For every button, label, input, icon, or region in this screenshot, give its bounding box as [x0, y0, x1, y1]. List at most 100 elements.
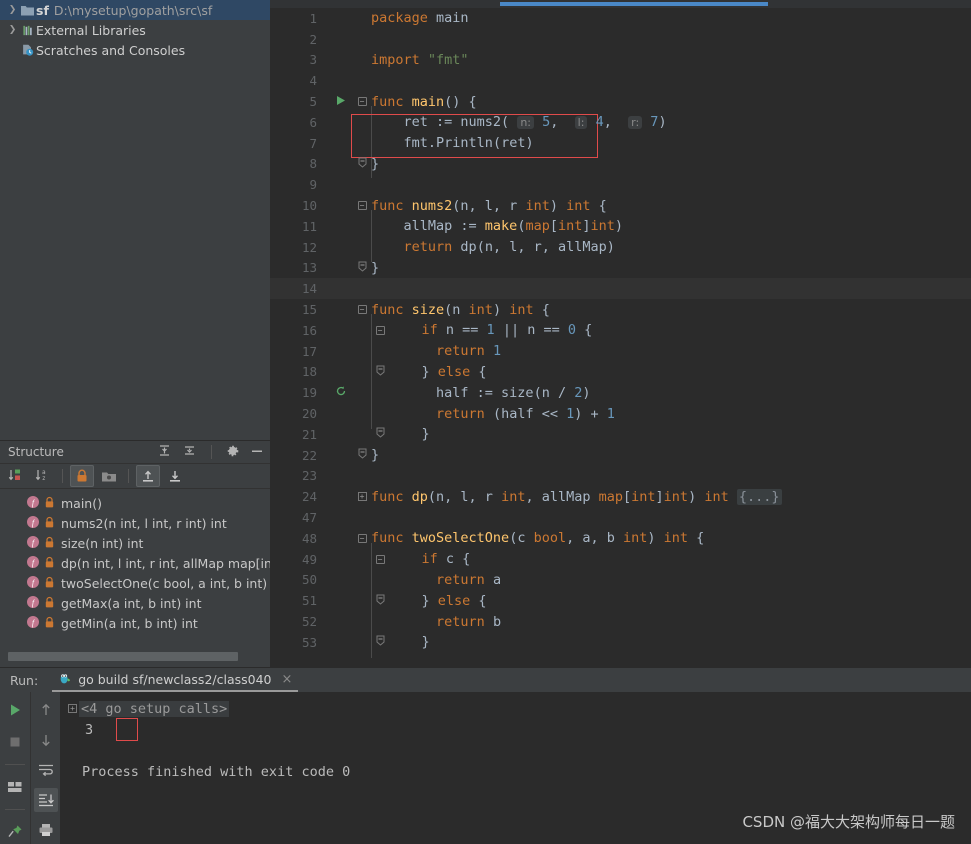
chevron-right-icon[interactable]: ❯ [6, 25, 19, 35]
stop-icon[interactable] [3, 730, 27, 754]
soft-wrap-icon[interactable] [34, 758, 58, 782]
code-line[interactable]: 52 return b [270, 611, 971, 632]
run-icon[interactable] [3, 698, 27, 722]
structure-item[interactable]: f nums2(n int, l int, r int) int [0, 513, 270, 533]
code-line[interactable]: 6 ret := nums2( n: 5, l: 4, r: 7) [270, 112, 971, 133]
code-line[interactable]: 3 import "fmt" [270, 50, 971, 71]
fold-collapse-icon[interactable]: − [375, 325, 385, 335]
group-by-file-icon[interactable] [97, 465, 121, 487]
gutter-icon-area[interactable] [325, 94, 357, 110]
close-icon[interactable]: × [282, 672, 293, 687]
code-line[interactable]: 15 − func size(n int) int { [270, 299, 971, 320]
scroll-to-source-icon[interactable] [163, 465, 187, 487]
code-line[interactable]: 8} [270, 154, 971, 175]
code-line[interactable]: 53 } [270, 632, 971, 653]
pin-icon[interactable] [3, 820, 27, 844]
structure-item[interactable]: f twoSelectOne(c bool, a int, b int) int [0, 573, 270, 593]
structure-item[interactable]: f getMax(a int, b int) int [0, 593, 270, 613]
fold-column[interactable]: + [357, 492, 367, 502]
print-icon[interactable] [34, 818, 58, 842]
fold-column[interactable]: − [357, 97, 367, 107]
code-line[interactable]: 19 half := size(n / 2) [270, 382, 971, 403]
code-line[interactable]: 9 [270, 174, 971, 195]
code-line[interactable]: 21 } [270, 424, 971, 445]
project-tree-item[interactable]: ❯Scratches and Consoles [0, 40, 270, 60]
fold-column[interactable] [375, 364, 385, 380]
code-line[interactable]: 18 } else { [270, 362, 971, 383]
structure-horizontal-scrollbar[interactable] [8, 652, 238, 661]
fold-collapse-icon[interactable]: − [357, 305, 367, 315]
code-line[interactable]: 49 − if c { [270, 549, 971, 570]
fold-end-icon[interactable] [376, 426, 385, 442]
code-line[interactable]: 51 } else { [270, 590, 971, 611]
fold-end-icon[interactable] [376, 634, 385, 650]
fold-column[interactable]: − [357, 201, 367, 211]
structure-list[interactable]: f main() f nums2(n int, l int, r int) int f s… [0, 489, 270, 667]
fold-column[interactable] [357, 156, 367, 172]
editor-horizontal-scrollbar[interactable] [500, 2, 768, 6]
structure-item[interactable]: f main() [0, 493, 270, 513]
code-line[interactable]: 14 [270, 278, 971, 300]
code-line[interactable]: 7 fmt.Println(ret) [270, 133, 971, 154]
fold-column[interactable] [357, 447, 367, 463]
code-content[interactable]: 1 package main 2 3 import "fmt" 4 5− func main(… [270, 8, 971, 658]
structure-item[interactable]: f size(n int) int [0, 533, 270, 553]
show-non-public-icon[interactable] [70, 465, 94, 487]
fold-column[interactable]: − [375, 554, 385, 564]
fold-column[interactable] [375, 593, 385, 609]
code-line[interactable]: 22} [270, 445, 971, 466]
fold-column[interactable]: − [375, 325, 385, 335]
fold-collapse-icon[interactable]: − [357, 533, 367, 543]
fold-end-icon[interactable] [376, 364, 385, 380]
expand-all-icon[interactable] [157, 443, 172, 461]
run-tab[interactable]: go build sf/newclass2/class040 × [52, 668, 299, 692]
run-gutter-icon[interactable] [336, 94, 346, 110]
fold-column[interactable] [375, 634, 385, 650]
fold-column[interactable]: − [357, 305, 367, 315]
code-line[interactable]: 17 return 1 [270, 341, 971, 362]
fold-collapse-icon[interactable]: − [357, 201, 367, 211]
project-tree-item[interactable]: ❯ sf D:\mysetup\gopath\src\sf [0, 0, 270, 20]
project-tree-panel[interactable]: ❯ sf D:\mysetup\gopath\src\sf ❯ External Lib… [0, 0, 270, 440]
code-line[interactable]: 48 − func twoSelectOne(c bool, a, b int) i… [270, 528, 971, 549]
code-editor[interactable]: 1 package main 2 3 import "fmt" 4 5− func main(… [270, 0, 971, 667]
fold-column[interactable] [375, 426, 385, 442]
code-line[interactable]: 50 return a [270, 570, 971, 591]
chevron-right-icon[interactable]: ❯ [6, 5, 19, 15]
minimize-icon[interactable] [250, 444, 264, 461]
code-line[interactable]: 16 − if n == 1 || n == 0 { [270, 320, 971, 341]
console-fold-icon[interactable]: + [68, 704, 77, 713]
code-line[interactable]: 20 return (half << 1) + 1 [270, 403, 971, 424]
code-line[interactable]: 4 [270, 70, 971, 91]
code-line[interactable]: 13} [270, 258, 971, 279]
fold-column[interactable] [357, 260, 367, 276]
code-line[interactable]: 5 − func main() { [270, 91, 971, 112]
fold-expand-icon[interactable]: + [357, 492, 367, 502]
scroll-from-source-icon[interactable] [136, 465, 160, 487]
fold-end-icon[interactable] [376, 593, 385, 609]
fold-collapse-icon[interactable]: − [357, 97, 367, 107]
code-line[interactable]: 1 package main [270, 8, 971, 29]
code-line[interactable]: 23 [270, 466, 971, 487]
code-line[interactable]: 47 [270, 507, 971, 528]
structure-item[interactable]: f getMin(a int, b int) int [0, 613, 270, 633]
fold-collapse-icon[interactable]: − [375, 554, 385, 564]
fold-column[interactable]: − [357, 533, 367, 543]
fold-end-icon[interactable] [358, 156, 367, 172]
collapse-all-icon[interactable] [182, 443, 197, 461]
down-arrow-icon[interactable] [34, 728, 58, 752]
console-output[interactable]: + <4 go setup calls> 3 Process finished wit… [60, 692, 971, 844]
layout-icon[interactable] [3, 775, 27, 799]
sort-by-visibility-icon[interactable] [4, 465, 28, 487]
gutter-icon-area[interactable] [325, 385, 357, 401]
code-line[interactable]: 24 + func dp(n, l, r int, allMap map[int]i… [270, 486, 971, 507]
fold-end-icon[interactable] [358, 447, 367, 463]
up-arrow-icon[interactable] [34, 698, 58, 722]
sort-alphabetically-icon[interactable]: az [31, 465, 55, 487]
project-tree-item[interactable]: ❯ External Libraries [0, 20, 270, 40]
scroll-to-end-icon[interactable] [33, 788, 58, 812]
fold-end-icon[interactable] [358, 260, 367, 276]
code-line[interactable]: 12 return dp(n, l, r, allMap) [270, 237, 971, 258]
settings-gear-icon[interactable] [226, 444, 240, 461]
code-line[interactable]: 11 allMap := make(map[int]int) [270, 216, 971, 237]
